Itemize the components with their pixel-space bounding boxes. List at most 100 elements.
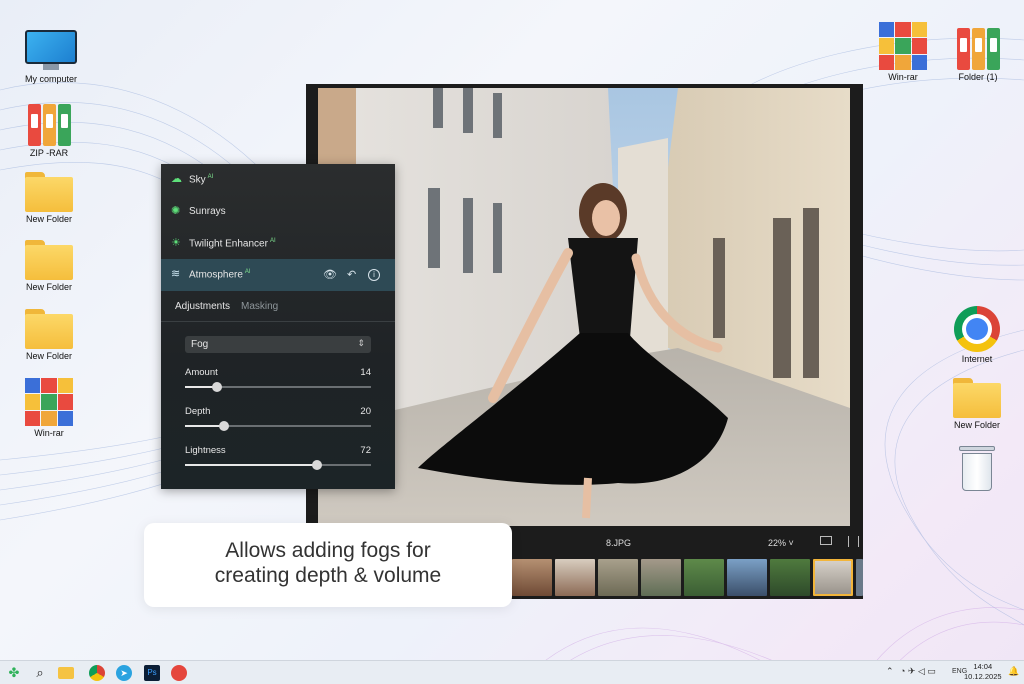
panel-item-label: Twilight Enhancer — [189, 238, 268, 250]
slider-handle[interactable] — [211, 382, 222, 392]
panel-item-twilight-enhancer[interactable]: ☀ Twilight Enhancer AI — [161, 228, 395, 260]
chevron-updown-icon: ⇕ — [357, 338, 365, 348]
thumbnail[interactable] — [555, 559, 595, 596]
start-icon[interactable]: ✤ — [6, 665, 22, 681]
main-photo — [318, 88, 850, 526]
recycle-bin-icon — [959, 446, 995, 492]
waves-icon: ≋ — [171, 268, 181, 280]
desktop-icon-label: New Folder — [25, 351, 72, 361]
slider-value-amount: 14 — [360, 367, 371, 378]
desktop-icon-win-rar[interactable]: Win-rar — [868, 22, 938, 82]
desktop-icon-internet[interactable]: Internet — [942, 306, 1012, 364]
compare-split-icon[interactable] — [848, 536, 859, 547]
desktop-icon-label: Folder (1) — [958, 72, 998, 82]
desktop-icon-new-folder[interactable]: New Folder — [14, 309, 84, 361]
computer-icon — [25, 30, 77, 72]
panel-item-atmosphere[interactable]: ≋ Atmosphere AI 👁 ↶ i — [161, 259, 395, 291]
thumbnail[interactable] — [641, 559, 681, 596]
zoom-dropdown[interactable]: 22% ˅ — [768, 538, 794, 548]
callout-line-2: creating depth & volume — [214, 564, 442, 587]
desktop-icon-label: ZIP -RAR — [29, 148, 69, 158]
tray-icons[interactable]: ◔ ✈ ◁ ▭ — [900, 666, 936, 677]
slider-value-depth: 20 — [360, 406, 371, 417]
desktop-icon-new-folder[interactable]: New Folder — [942, 378, 1012, 430]
info-icon[interactable]: i — [368, 269, 380, 281]
ai-badge: AI — [244, 269, 251, 275]
desktop-icon-label: New Folder — [25, 282, 72, 292]
thumbnail[interactable] — [512, 559, 552, 596]
slider-handle[interactable] — [312, 460, 323, 470]
panel-item-label: Atmosphere — [189, 269, 243, 281]
telegram-icon[interactable]: ➤ — [116, 665, 132, 681]
desktop-icon-new-folder[interactable]: New Folder — [14, 172, 84, 224]
folder-icon — [25, 172, 73, 212]
taskbar: ✤ ⌕ ➤ Ps ⌃ ◔ ✈ ◁ ▭ ENG 14:04 10.12.2025 … — [0, 660, 1024, 684]
panel-item-sunrays[interactable]: ✺ Sunrays — [161, 196, 395, 228]
panel-item-sky[interactable]: ☁ Sky AI — [161, 164, 395, 196]
feature-callout: Allows adding fogs for creating depth & … — [144, 523, 512, 607]
slider-fill — [185, 464, 318, 466]
effect-select[interactable]: Fog ⇕ — [185, 336, 371, 353]
ai-badge: AI — [269, 238, 276, 244]
adjustments-panel: ☁ Sky AI ✺ Sunrays ☀ Twilight Enhancer AI … — [161, 164, 395, 489]
chrome-icon — [954, 306, 1000, 352]
slider-value-lightness: 72 — [360, 445, 371, 456]
desktop-icon-win-rar[interactable]: Win-rar — [14, 378, 84, 438]
reset-icon[interactable]: ↶ — [347, 269, 359, 281]
desktop-icon-label: New Folder — [25, 214, 72, 224]
desktop-icon-my-computer[interactable]: My computer — [16, 30, 86, 84]
photo-app-icon[interactable] — [171, 665, 187, 681]
ai-badge: AI — [207, 174, 214, 180]
tray-chevron-icon[interactable]: ⌃ — [886, 666, 894, 677]
tab-masking[interactable]: Masking — [241, 301, 278, 312]
winrar-icon — [25, 378, 73, 426]
amount-slider[interactable] — [185, 382, 371, 392]
thumbnail[interactable] — [684, 559, 724, 596]
thumbnail[interactable] — [598, 559, 638, 596]
desktop-icon-new-folder[interactable]: New Folder — [14, 240, 84, 292]
desktop-icon-label: New Folder — [953, 420, 1000, 430]
tab-adjustments[interactable]: Adjustments — [175, 301, 230, 312]
binder-icon — [954, 26, 1002, 70]
photoshop-icon[interactable]: Ps — [144, 665, 160, 681]
folder-icon — [25, 309, 73, 349]
panel-item-label: Sunrays — [189, 206, 226, 217]
thumbnail[interactable] — [727, 559, 767, 596]
twilight-icon: ☀ — [171, 237, 181, 249]
thumbnail[interactable] — [770, 559, 810, 596]
depth-slider[interactable] — [185, 421, 371, 431]
chrome-taskbar-icon[interactable] — [89, 665, 105, 681]
divider — [161, 321, 395, 322]
notification-bell-icon[interactable]: 🔔 — [1008, 666, 1019, 677]
fit-screen-icon[interactable] — [820, 536, 832, 545]
panel-item-label: Sky — [189, 174, 206, 186]
winrar-icon — [879, 22, 927, 70]
thumbnail[interactable] — [813, 559, 853, 596]
eye-icon[interactable]: 👁 — [323, 269, 337, 281]
cloud-icon: ☁ — [171, 173, 182, 185]
slider-handle[interactable] — [219, 421, 230, 431]
desktop-icon-folder-1[interactable]: Folder (1) — [943, 26, 1013, 82]
binder-icon — [25, 102, 73, 146]
desktop-icon-label: Win-rar — [888, 72, 918, 82]
folder-icon — [25, 240, 73, 280]
lightness-slider[interactable] — [185, 460, 371, 470]
desktop-icon-recycle-bin[interactable] — [942, 446, 1012, 492]
folder-icon — [953, 378, 1001, 418]
effect-select-value: Fog — [191, 339, 209, 350]
thumbnail[interactable] — [856, 559, 863, 596]
sun-icon: ✺ — [171, 205, 181, 217]
callout-line-1: Allows adding fogs for — [225, 539, 431, 562]
file-explorer-icon[interactable] — [58, 667, 74, 679]
clock-time: 14:04 — [973, 662, 993, 671]
clock[interactable]: 14:04 10.12.2025 — [964, 662, 1002, 682]
desktop-icon-zip-rar[interactable]: ZIP -RAR — [14, 102, 84, 158]
file-name: 8.JPG — [606, 538, 632, 548]
slider-label-amount: Amount — [185, 367, 218, 378]
desktop-icon-label: Internet — [961, 354, 993, 364]
desktop-icon-label: My computer — [24, 74, 77, 84]
search-icon[interactable]: ⌕ — [32, 665, 48, 681]
slider-label-depth: Depth — [185, 406, 211, 417]
clock-date: 10.12.2025 — [964, 672, 1002, 681]
desktop-icon-label: Win-rar — [34, 428, 64, 438]
